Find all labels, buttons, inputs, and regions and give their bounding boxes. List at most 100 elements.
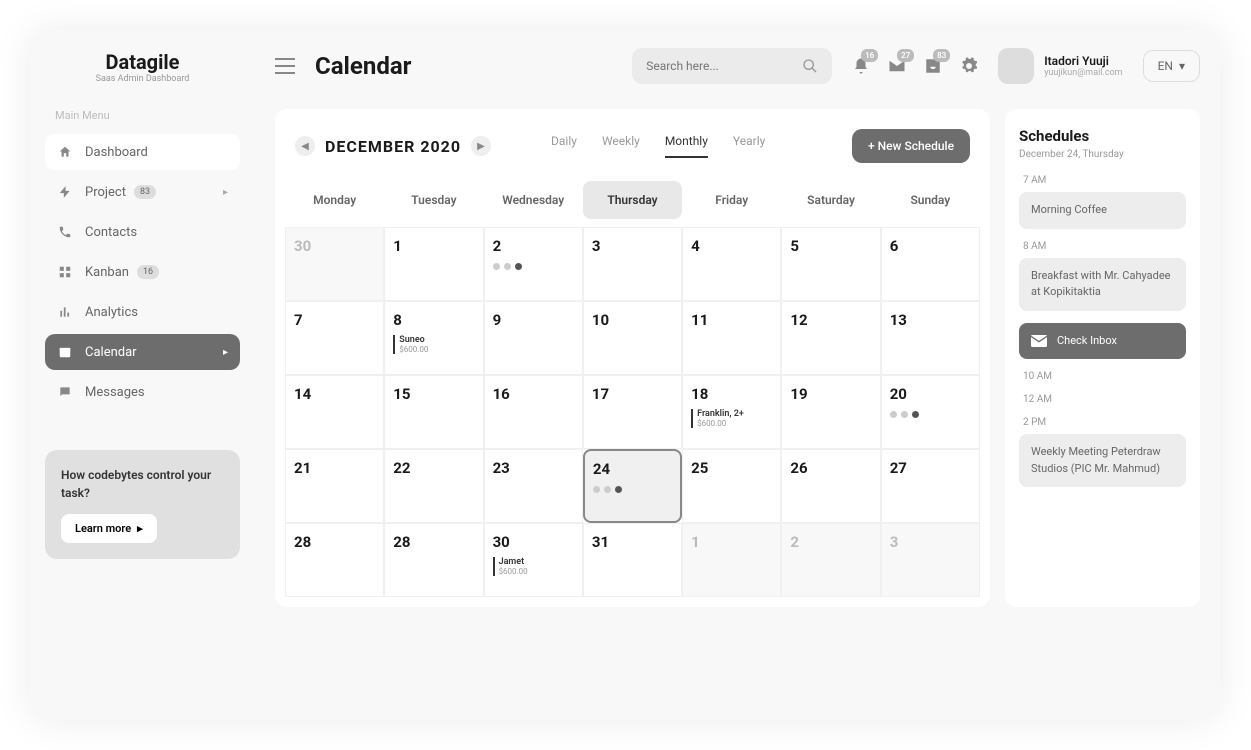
calendar-cell[interactable]: 10 bbox=[583, 301, 682, 375]
schedule-item[interactable]: Morning Coffee bbox=[1019, 192, 1186, 229]
sidebar-item-label: Analytics bbox=[85, 305, 138, 320]
search-box[interactable] bbox=[632, 48, 832, 84]
calendar-cell[interactable]: 3 bbox=[583, 227, 682, 301]
calendar-cell[interactable]: 27 bbox=[881, 449, 980, 523]
time-label: 2 PM bbox=[1019, 417, 1186, 428]
calendar-cell[interactable]: 21 bbox=[285, 449, 384, 523]
time-label: 12 AM bbox=[1019, 394, 1186, 405]
calendar-cell[interactable]: 30 bbox=[285, 227, 384, 301]
calendar-grid: 30 1 2 3 4 5 6 7 8 Suneo $600.00 9 bbox=[285, 227, 980, 597]
weekday-header[interactable]: Saturday bbox=[781, 181, 880, 219]
calendar-cell[interactable]: 30 Jamet $600.00 bbox=[484, 523, 583, 597]
view-tab-daily[interactable]: Daily bbox=[551, 134, 577, 158]
calendar-cell[interactable]: 11 bbox=[682, 301, 781, 375]
calendar-cell[interactable]: 8 Suneo $600.00 bbox=[384, 301, 483, 375]
language-selector[interactable]: EN ▾ bbox=[1143, 50, 1200, 82]
topbar: Calendar 16 27 83 bbox=[275, 48, 1200, 84]
sidebar-item-kanban[interactable]: Kanban 16 bbox=[45, 254, 240, 290]
calendar-cell[interactable]: 1 bbox=[384, 227, 483, 301]
calendar-cell[interactable]: 2 bbox=[484, 227, 583, 301]
sidebar-item-label: Project bbox=[85, 185, 126, 200]
calendar-cell[interactable]: 20 bbox=[881, 375, 980, 449]
calendar-cell[interactable]: 19 bbox=[781, 375, 880, 449]
bell-icon[interactable]: 16 bbox=[852, 57, 870, 75]
schedule-title: Schedules bbox=[1019, 127, 1186, 145]
view-tab-yearly[interactable]: Yearly bbox=[733, 134, 765, 158]
weekday-header[interactable]: Wednesday bbox=[484, 181, 583, 219]
search-icon bbox=[802, 58, 818, 74]
calendar-cell[interactable]: 2 bbox=[781, 523, 880, 597]
calendar-cell[interactable]: 13 bbox=[881, 301, 980, 375]
user-profile[interactable]: Itadori Yuuji yuujikun@mail.com bbox=[998, 48, 1122, 84]
weekday-header[interactable]: Monday bbox=[285, 181, 384, 219]
mail-icon[interactable]: 27 bbox=[888, 57, 906, 75]
calendar-cell[interactable]: 1 bbox=[682, 523, 781, 597]
inbox-icon[interactable]: 83 bbox=[924, 57, 942, 75]
calendar-cell[interactable]: 4 bbox=[682, 227, 781, 301]
calendar-cell[interactable]: 16 bbox=[484, 375, 583, 449]
sidebar-item-label: Contacts bbox=[85, 225, 137, 240]
new-schedule-button[interactable]: + New Schedule bbox=[852, 129, 970, 163]
promo-card: How codebytes control your task? Learn m… bbox=[45, 450, 240, 559]
calendar-panel: ◀ DECEMBER 2020 ▶ Daily Weekly Monthly Y… bbox=[275, 109, 990, 607]
chevron-right-icon: ▸ bbox=[137, 522, 143, 535]
weekday-header[interactable]: Sunday bbox=[881, 181, 980, 219]
calendar-cell[interactable]: 22 bbox=[384, 449, 483, 523]
promo-text: How codebytes control your task? bbox=[61, 466, 224, 502]
search-input[interactable] bbox=[646, 59, 802, 73]
calendar-cell[interactable]: 9 bbox=[484, 301, 583, 375]
home-icon bbox=[57, 144, 73, 160]
calendar-cell[interactable]: 25 bbox=[682, 449, 781, 523]
time-label: 10 AM bbox=[1019, 371, 1186, 382]
chevron-right-icon: ▸ bbox=[223, 347, 228, 358]
calendar-cell-selected[interactable]: 24 bbox=[583, 449, 682, 523]
calendar-cell[interactable]: 28 bbox=[384, 523, 483, 597]
calendar-cell[interactable]: 26 bbox=[781, 449, 880, 523]
sidebar-item-dashboard[interactable]: Dashboard bbox=[45, 134, 240, 170]
prev-month-button[interactable]: ◀ bbox=[295, 136, 315, 156]
schedule-item[interactable]: Weekly Meeting Peterdraw Studios (PIC Mr… bbox=[1019, 434, 1186, 487]
user-email: yuujikun@mail.com bbox=[1044, 68, 1122, 78]
calendar-event[interactable]: Suneo $600.00 bbox=[393, 335, 474, 354]
calendar-cell[interactable]: 28 bbox=[285, 523, 384, 597]
sidebar-item-messages[interactable]: Messages bbox=[45, 374, 240, 410]
inbox-badge: 83 bbox=[933, 49, 950, 62]
next-month-button[interactable]: ▶ bbox=[471, 136, 491, 156]
view-tab-weekly[interactable]: Weekly bbox=[602, 134, 640, 158]
gear-icon[interactable] bbox=[960, 57, 978, 75]
schedule-panel: Schedules December 24, Thursday 7 AM Mor… bbox=[1005, 109, 1200, 607]
calendar-cell[interactable]: 14 bbox=[285, 375, 384, 449]
phone-icon bbox=[57, 224, 73, 240]
sidebar-item-contacts[interactable]: Contacts bbox=[45, 214, 240, 250]
sidebar-item-calendar[interactable]: Calendar ▸ bbox=[45, 334, 240, 370]
calendar-cell[interactable]: 23 bbox=[484, 449, 583, 523]
calendar-cell[interactable]: 17 bbox=[583, 375, 682, 449]
sidebar-item-project[interactable]: Project 83 ▸ bbox=[45, 174, 240, 210]
chevron-right-icon: ▸ bbox=[223, 187, 228, 198]
brand-title: Datagile bbox=[45, 50, 240, 74]
chart-icon bbox=[57, 304, 73, 320]
calendar-event[interactable]: Franklin, 2+ $600.00 bbox=[691, 409, 772, 428]
weekday-header[interactable]: Friday bbox=[682, 181, 781, 219]
bell-badge: 16 bbox=[861, 49, 878, 62]
sidebar-section-label: Main Menu bbox=[45, 109, 240, 122]
calendar-cell[interactable]: 15 bbox=[384, 375, 483, 449]
time-label: 8 AM bbox=[1019, 241, 1186, 252]
calendar-event[interactable]: Jamet $600.00 bbox=[493, 557, 574, 576]
sidebar-item-analytics[interactable]: Analytics bbox=[45, 294, 240, 330]
weekday-header[interactable]: Tuesday bbox=[384, 181, 483, 219]
message-icon bbox=[57, 384, 73, 400]
schedule-item[interactable]: Breakfast with Mr. Cahyadee at Kopikitak… bbox=[1019, 258, 1186, 311]
calendar-cell[interactable]: 5 bbox=[781, 227, 880, 301]
calendar-cell[interactable]: 12 bbox=[781, 301, 880, 375]
weekday-header[interactable]: Thursday bbox=[583, 181, 682, 219]
calendar-cell[interactable]: 3 bbox=[881, 523, 980, 597]
calendar-cell[interactable]: 6 bbox=[881, 227, 980, 301]
calendar-cell[interactable]: 31 bbox=[583, 523, 682, 597]
menu-icon[interactable] bbox=[275, 58, 295, 74]
view-tab-monthly[interactable]: Monthly bbox=[665, 134, 708, 158]
calendar-cell[interactable]: 7 bbox=[285, 301, 384, 375]
calendar-cell[interactable]: 18 Franklin, 2+ $600.00 bbox=[682, 375, 781, 449]
learn-more-button[interactable]: Learn more ▸ bbox=[61, 514, 157, 543]
check-inbox-button[interactable]: Check Inbox bbox=[1019, 323, 1186, 360]
